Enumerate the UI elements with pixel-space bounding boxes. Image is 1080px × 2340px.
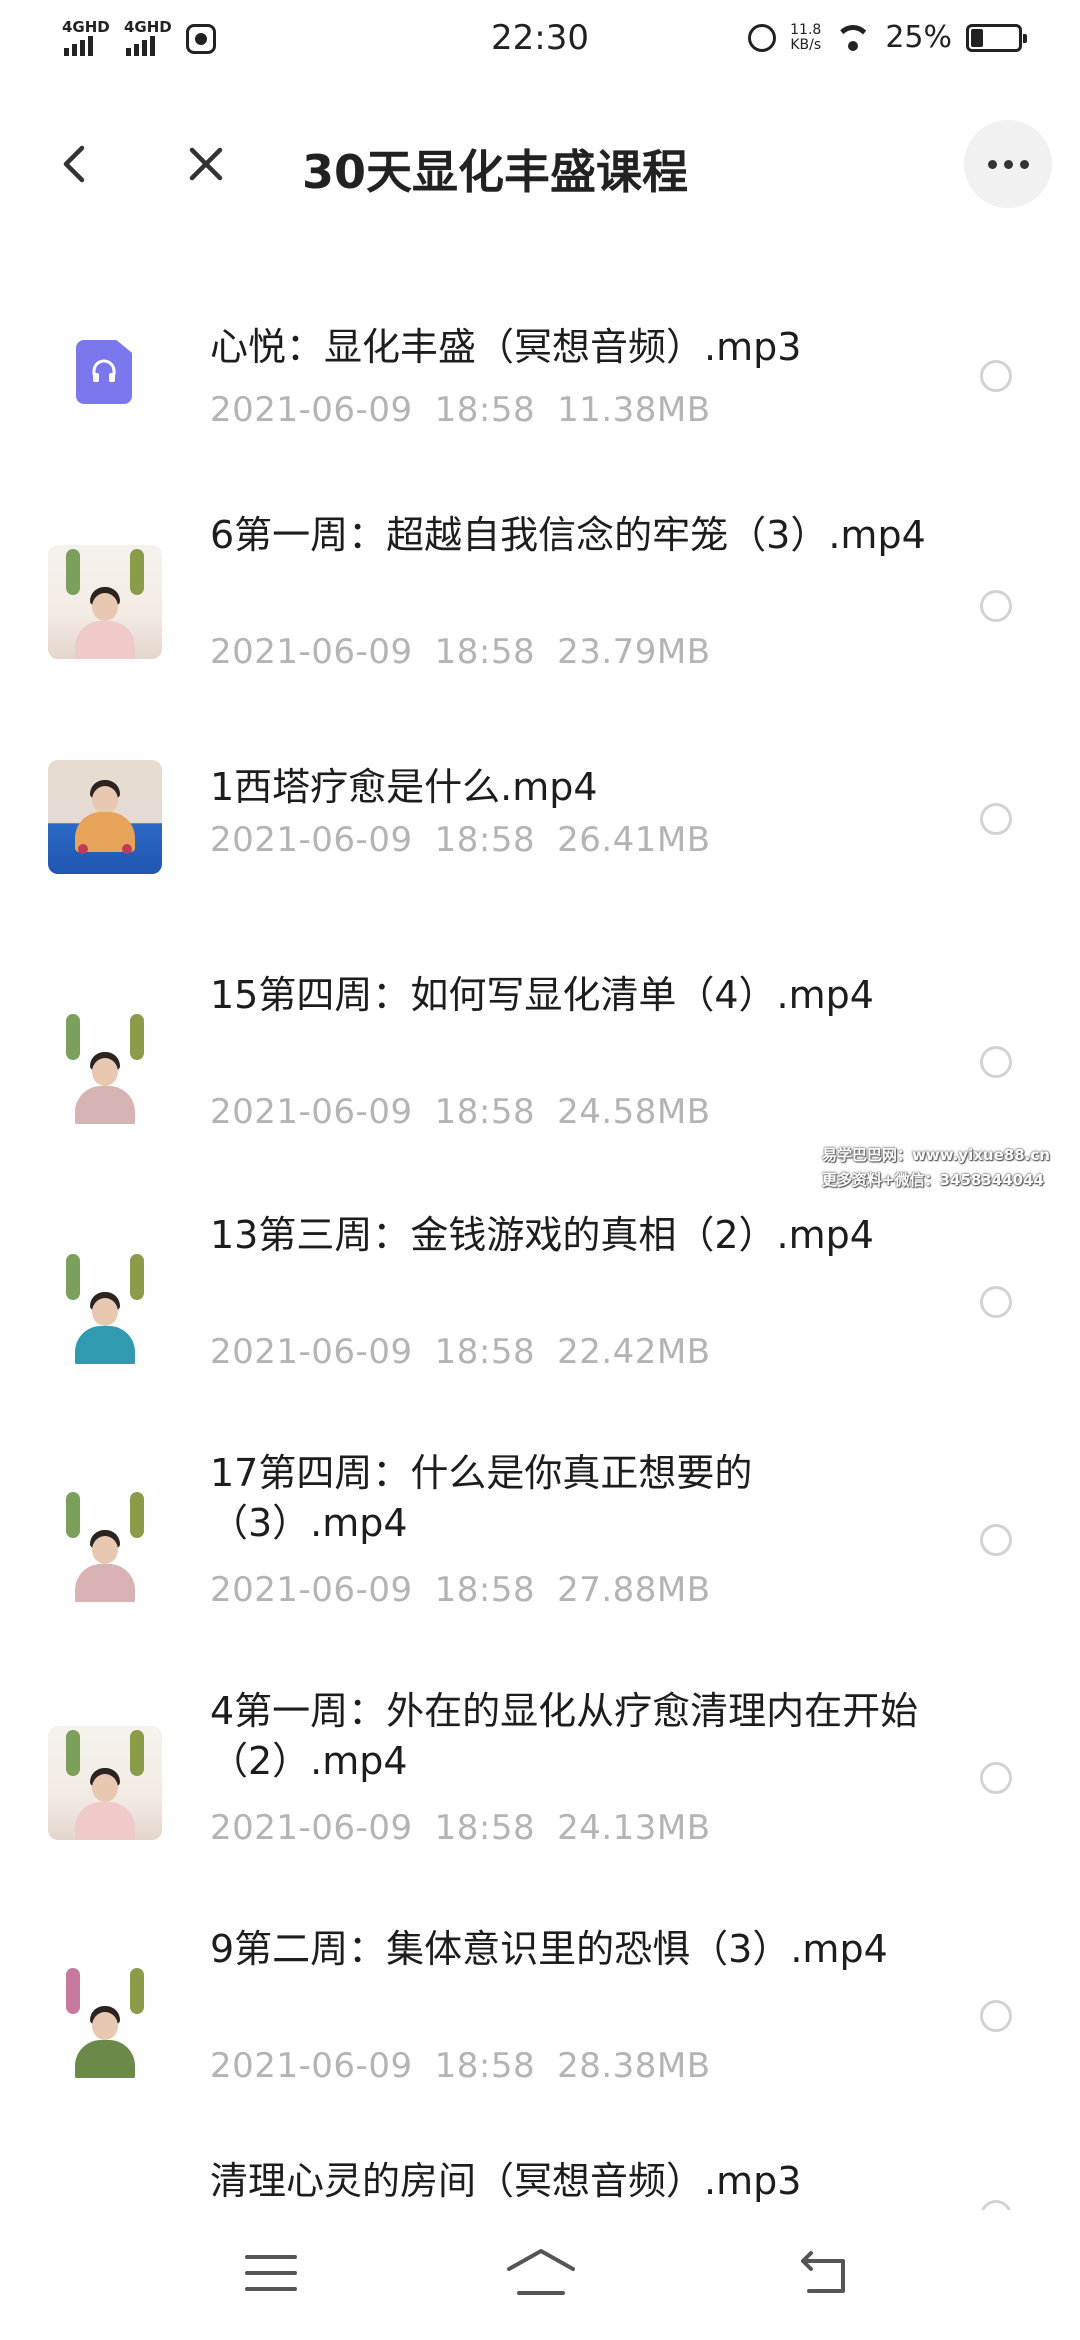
battery-percent: 25% <box>885 20 952 55</box>
file-size: 26.41MB <box>557 820 711 860</box>
file-date: 2021-06-09 <box>210 390 413 430</box>
network-speed: 11.8 KB/s <box>790 21 822 53</box>
file-size: 24.58MB <box>557 1092 711 1132</box>
file-date: 2021-06-09 <box>210 632 413 672</box>
back-arrow-icon[interactable] <box>52 140 100 188</box>
home-icon[interactable] <box>505 2247 577 2299</box>
select-radio[interactable] <box>980 1524 1012 1556</box>
file-date: 2021-06-09 <box>210 1570 413 1610</box>
file-time: 18:58 <box>434 1808 536 1848</box>
file-time: 18:58 <box>434 2046 536 2086</box>
select-radio[interactable] <box>980 2000 1012 2032</box>
select-radio[interactable] <box>980 803 1012 835</box>
more-options-icon[interactable] <box>964 120 1052 208</box>
file-name: 9第二周：集体意识里的恐惧（3）.mp4 <box>210 1927 888 1971</box>
list-item[interactable]: 1西塔疗愈是什么.mp4 2021-06-09 18:58 26.41MB <box>0 750 1080 900</box>
video-thumbnail <box>48 1964 162 2078</box>
file-meta: 2021-06-09 18:58 23.79MB <box>210 632 711 672</box>
file-meta: 2021-06-09 18:58 26.41MB <box>210 820 711 860</box>
file-name: 6第一周：超越自我信念的牢笼（3）.mp4 <box>210 513 926 557</box>
file-time: 18:58 <box>434 1092 536 1132</box>
list-item[interactable]: 9第二周：集体意识里的恐惧（3）.mp4 2021-06-09 18:58 28.3… <box>0 1914 1080 2124</box>
status-right: 11.8 KB/s 25% <box>748 20 1027 55</box>
app-header: 30天显化丰盛课程 <box>0 100 1080 230</box>
video-thumbnail <box>48 1726 162 1840</box>
file-meta: 2021-06-09 18:58 11.38MB <box>210 390 711 430</box>
page-title: 30天显化丰盛课程 <box>302 145 689 199</box>
file-time: 18:58 <box>434 632 536 672</box>
watermark-line-2: 更多资料+微信：3458344044 <box>822 1171 1044 1189</box>
file-size: 24.13MB <box>557 1808 711 1848</box>
file-size: 22.42MB <box>557 1332 711 1372</box>
file-name: 清理心灵的房间（冥想音频）.mp3 <box>210 2159 802 2203</box>
file-date: 2021-06-09 <box>210 2046 413 2086</box>
file-meta: 2021-06-09 18:58 28.38MB <box>210 2046 711 2086</box>
watermark-line-1: 易学巴巴网：www.yixue88.cn <box>822 1146 1050 1164</box>
speed-value: 11.8 <box>790 21 822 38</box>
wifi-icon <box>835 23 871 53</box>
select-radio[interactable] <box>980 360 1012 392</box>
video-thumbnail <box>48 1488 162 1602</box>
file-date: 2021-06-09 <box>210 1808 413 1848</box>
watermark: 易学巴巴网：www.yixue88.cn 更多资料+微信：3458344044 <box>822 1143 1050 1193</box>
list-item[interactable]: 心悦：显化丰盛（冥想音频）.mp3 2021-06-09 18:58 11.38MB <box>0 260 1080 470</box>
file-name: 心悦：显化丰盛（冥想音频）.mp3 <box>210 325 802 369</box>
select-radio[interactable] <box>980 1046 1012 1078</box>
file-size: 28.38MB <box>557 2046 711 2086</box>
alarm-icon <box>748 23 777 52</box>
select-radio[interactable] <box>980 2200 1012 2210</box>
battery-icon <box>966 23 1027 52</box>
battery-fill <box>971 28 983 47</box>
file-date: 2021-06-09 <box>210 1092 413 1132</box>
video-thumbnail <box>48 1250 162 1364</box>
file-time: 18:58 <box>434 1570 536 1610</box>
system-nav-bar <box>0 2215 1080 2340</box>
file-meta: 2021-06-09 18:58 24.13MB <box>210 1808 711 1848</box>
list-item[interactable]: 清理心灵的房间（冥想音频）.mp3 <box>0 2152 1080 2210</box>
file-time: 18:58 <box>434 820 536 860</box>
select-radio[interactable] <box>980 1286 1012 1318</box>
select-radio[interactable] <box>980 590 1012 622</box>
file-name: 15第四周：如何写显化清单（4）.mp4 <box>210 973 874 1017</box>
file-size: 11.38MB <box>557 390 711 430</box>
list-item[interactable]: 13第三周：金钱游戏的真相（2）.mp4 2021-06-09 18:58 22.4… <box>0 1200 1080 1410</box>
video-thumbnail <box>48 760 162 874</box>
file-date: 2021-06-09 <box>210 1332 413 1372</box>
select-radio[interactable] <box>980 1762 1012 1794</box>
close-icon[interactable] <box>182 140 230 188</box>
file-date: 2021-06-09 <box>210 820 413 860</box>
list-item[interactable]: 15第四周：如何写显化清单（4）.mp4 2021-06-09 18:58 24.5… <box>0 960 1080 1170</box>
file-time: 18:58 <box>434 390 536 430</box>
file-size: 27.88MB <box>557 1570 711 1610</box>
file-name: 13第三周：金钱游戏的真相（2）.mp4 <box>210 1213 874 1257</box>
list-item[interactable]: 6第一周：超越自我信念的牢笼（3）.mp4 2021-06-09 18:58 23.… <box>0 500 1080 710</box>
file-meta: 2021-06-09 18:58 27.88MB <box>210 1570 711 1610</box>
file-name: 4第一周：外在的显化从疗愈清理内在开始（2）.mp4 <box>210 1689 919 1783</box>
file-name: 17第四周：什么是你真正想要的（3）.mp4 <box>210 1451 753 1545</box>
status-bar: 4GHD 4GHD 22:30 11.8 KB/s 25% <box>0 0 1080 84</box>
list-item[interactable]: 17第四周：什么是你真正想要的（3）.mp4 2021-06-09 18:58 27… <box>0 1438 1080 1648</box>
video-thumbnail <box>48 1010 162 1124</box>
return-icon[interactable] <box>795 2249 851 2297</box>
headphones-icon <box>76 340 132 404</box>
menu-icon[interactable] <box>245 2253 297 2293</box>
file-name: 1西塔疗愈是什么.mp4 <box>210 765 598 809</box>
file-meta: 2021-06-09 18:58 22.42MB <box>210 1332 711 1372</box>
file-list: 心悦：显化丰盛（冥想音频）.mp3 2021-06-09 18:58 11.38MB… <box>0 260 1080 2210</box>
file-size: 23.79MB <box>557 632 711 672</box>
file-time: 18:58 <box>434 1332 536 1372</box>
video-thumbnail <box>48 545 162 659</box>
file-meta: 2021-06-09 18:58 24.58MB <box>210 1092 711 1132</box>
speed-unit: KB/s <box>790 36 822 53</box>
list-item[interactable]: 4第一周：外在的显化从疗愈清理内在开始（2）.mp4 2021-06-09 18:… <box>0 1676 1080 1886</box>
